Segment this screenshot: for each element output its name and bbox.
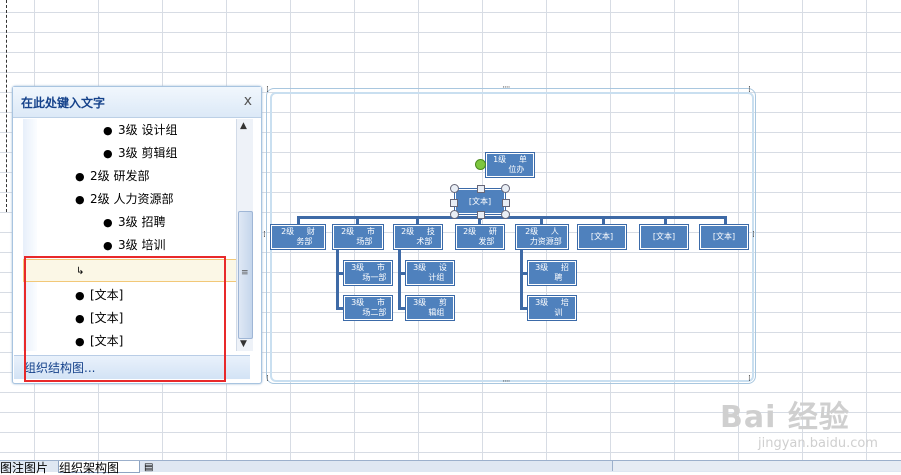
horizontal-scrollbar[interactable] [612,461,901,471]
connector-sub [520,248,523,310]
bullet-icon: ● [75,193,85,206]
watermark-url: jingyan.baidu.com [758,436,878,451]
connector-sub [336,248,339,310]
frame-handle-top-right[interactable]: ⁞ [748,85,751,95]
selection-handle[interactable] [450,184,459,193]
org-node-level2[interactable]: 2级 财 务部 [270,224,326,250]
frame-handle-left[interactable]: ⁞ [263,230,266,240]
insert-sheet-icon[interactable]: ▤ [144,461,184,473]
text-pane-scrollbar[interactable]: ▲ ≡ ▼ [236,119,253,351]
selection-handle[interactable] [450,210,459,219]
list-item[interactable]: ● 2级 人力资源部 [23,188,237,211]
org-node-level3[interactable]: 3级 剪 辑组 [405,295,455,321]
list-item-text[interactable]: 3级 剪辑组 [118,142,177,165]
list-item-text[interactable]: 3级 招聘 [118,211,165,234]
sheet-tab[interactable]: 图注图片 [0,461,56,475]
close-icon[interactable]: x [244,93,252,109]
watermark-logo: Bai 经验 [720,400,850,435]
list-item[interactable]: ● 3级 培训 [23,234,237,257]
highlight-annotation-box [24,256,226,382]
org-node-top[interactable]: 1级 单 位办 [485,152,535,178]
org-node-level3[interactable]: 3级 招 聘 [527,260,577,286]
org-node-level3[interactable]: 3级 培 训 [527,295,577,321]
text-pane-title: 在此处键入文字 [21,96,106,110]
frame-handle-right[interactable]: ⁞ [752,230,755,240]
org-node-level2[interactable]: 2级 人 力资源部 [515,224,569,250]
org-node-level2[interactable]: 2级 市 场部 [332,224,384,250]
list-item-text[interactable]: 3级 设计组 [118,119,177,142]
org-node-level3[interactable]: 3级 市 场一部 [343,260,393,286]
list-item[interactable]: ● 2级 研发部 [23,165,237,188]
connector-main [297,216,727,219]
scroll-up-icon[interactable]: ▲ [240,121,247,131]
frame-handle-top-left[interactable]: ⁞ [266,85,269,95]
bullet-icon: ● [75,170,85,183]
selection-handle[interactable] [477,211,485,219]
list-item[interactable]: ● 3级 招聘 [23,211,237,234]
frame-handle-bottom[interactable]: ···· [502,377,511,387]
connector-sub [398,248,401,310]
text-pane-header: 在此处键入文字 x [13,87,261,118]
copy-marquee-border [6,0,7,212]
selection-handle[interactable] [501,184,510,193]
selection-handle[interactable] [501,210,510,219]
rotate-handle[interactable] [475,159,486,170]
org-node-level2[interactable]: [文本] [699,224,749,250]
bullet-icon: ● [103,124,113,137]
grip-icon: ≡ [241,268,249,278]
list-item[interactable]: ● 3级 设计组 [23,119,237,142]
selection-handle[interactable] [450,199,458,207]
baidu-watermark: Bai 经验 jingyan.baidu.com [720,392,878,451]
list-item-text[interactable]: 2级 研发部 [90,165,149,188]
org-node-level2[interactable]: 2级 研 发部 [455,224,505,250]
list-item-text[interactable]: 2级 人力资源部 [90,188,173,211]
selection-handle[interactable] [502,199,510,207]
scrollbar-thumb[interactable]: ≡ [238,211,253,339]
frame-handle-top[interactable]: ···· [502,83,511,93]
org-node-level2[interactable]: 2级 技 术部 [393,224,443,250]
org-node-level2[interactable]: [文本] [577,224,627,250]
org-node-level2[interactable]: [文本] [639,224,689,250]
list-item[interactable]: ● 3级 剪辑组 [23,142,237,165]
frame-handle-bottom-left[interactable]: ⁞ [266,374,269,384]
bullet-icon: ● [103,216,113,229]
sheet-tab-active[interactable]: 组织架构图 [58,461,140,475]
list-item-text[interactable]: 3级 培训 [118,234,165,257]
bullet-icon: ● [103,147,113,160]
bullet-icon: ● [103,239,113,252]
org-node-level3[interactable]: 3级 设 计组 [405,260,455,286]
scroll-down-icon[interactable]: ▼ [240,339,247,349]
org-node-level3[interactable]: 3级 市 场二部 [343,295,393,321]
selection-handle[interactable] [477,185,485,193]
frame-handle-bottom-right[interactable]: ⁞ [748,374,751,384]
